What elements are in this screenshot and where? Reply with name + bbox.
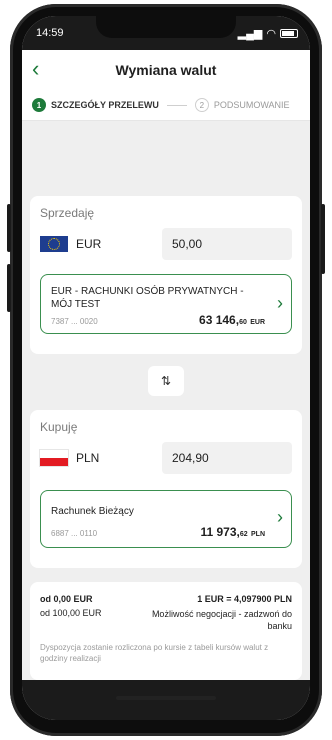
wifi-icon: ◠ bbox=[266, 27, 276, 40]
step-2-number: 2 bbox=[194, 98, 209, 112]
eu-flag-icon bbox=[40, 236, 68, 252]
sell-currency-selector[interactable]: EUR bbox=[40, 232, 101, 256]
rate-tier-1: od 0,00 EUR 1 EUR = 4,097900 PLN bbox=[40, 594, 292, 606]
rate-tier-2: od 100,00 EUR Możliwość negocjacji - zad… bbox=[40, 608, 292, 632]
side-button bbox=[321, 204, 325, 274]
sell-amount-input[interactable]: 50,00 bbox=[162, 228, 292, 260]
sell-currency: EUR bbox=[76, 237, 102, 251]
rate-tier-2-rate: Możliwość negocjacji - zadzwoń do banku bbox=[151, 609, 292, 631]
settlement-note: Dyspozycja zostanie rozliczona po kursie… bbox=[40, 643, 269, 663]
rate-tier-2-from: od 100,00 EUR bbox=[40, 608, 102, 618]
step-2-label: PODSUMOWANIE bbox=[213, 100, 290, 110]
sell-account-balance: 63 146,60 EUR bbox=[199, 313, 265, 327]
step-connector bbox=[166, 104, 187, 106]
chevron-right-icon: › bbox=[277, 293, 283, 313]
chevron-right-icon: › bbox=[277, 507, 283, 527]
rate-tier-1-from: od 0,00 EUR bbox=[40, 594, 93, 604]
buy-account-balance: 11 973,62 PLN bbox=[200, 525, 265, 539]
sell-balance-currency: EUR bbox=[250, 319, 265, 326]
notch bbox=[96, 16, 236, 38]
home-indicator bbox=[116, 696, 216, 700]
stepper: 1 SZCZEGÓŁY PRZELEWU 2 PODSUMOWANIE bbox=[22, 90, 310, 121]
buy-balance-main: 11 973, bbox=[200, 525, 240, 539]
swap-currencies-button[interactable]: ⇅ bbox=[148, 366, 184, 396]
pl-flag-icon bbox=[40, 450, 68, 466]
step-1-label: SZCZEGÓŁY PRZELEWU bbox=[51, 100, 159, 110]
side-button bbox=[7, 204, 11, 252]
step-2: 2 PODSUMOWANIE bbox=[194, 98, 290, 112]
sell-balance-decimals: 60 bbox=[239, 319, 247, 326]
signal-icon: ▂▄▆ bbox=[237, 27, 263, 40]
buy-account-number: 6887 ... 0110 bbox=[51, 529, 98, 538]
buy-amount-input[interactable]: 204,90 bbox=[162, 442, 292, 474]
rate-tier-1-rate: 1 EUR = 4,097900 PLN bbox=[197, 594, 292, 604]
side-button bbox=[7, 264, 11, 312]
buy-balance-decimals: 62 bbox=[239, 531, 248, 538]
step-1-number: 1 bbox=[32, 98, 46, 112]
page-title: Wymiana walut bbox=[115, 62, 217, 78]
bottom-bar bbox=[22, 680, 310, 720]
buy-currency: PLN bbox=[76, 451, 100, 465]
sell-balance-main: 63 146, bbox=[199, 313, 240, 327]
step-1: 1 SZCZEGÓŁY PRZELEWU bbox=[32, 98, 159, 112]
battery-icon bbox=[280, 28, 298, 38]
sell-account-number: 7387 ... 0020 bbox=[51, 317, 98, 326]
swap-vertical-icon: ⇅ bbox=[160, 374, 172, 388]
buy-balance-currency: PLN bbox=[251, 531, 265, 538]
status-icons: ▂▄▆ ◠ bbox=[238, 27, 298, 40]
sell-label: Sprzedaję bbox=[40, 206, 95, 220]
app-screen: 14:59 ▂▄▆ ◠ ‹ Wymiana walut 1 SZCZEGÓŁY … bbox=[22, 16, 310, 720]
buy-account-selector[interactable]: Rachunek Bieżący 6887 ... 0110 11 973,62… bbox=[40, 490, 292, 548]
nav-bar: ‹ Wymiana walut bbox=[22, 50, 310, 90]
chevron-left-icon[interactable]: ‹ bbox=[32, 56, 39, 82]
status-time: 14:59 bbox=[36, 27, 64, 39]
sell-account-selector[interactable]: EUR - RACHUNKI OSÓB PRYWATNYCH - MÓJ TES… bbox=[40, 274, 292, 334]
buy-label: Kupuję bbox=[40, 420, 78, 434]
sell-account-name: EUR - RACHUNKI OSÓB PRYWATNYCH - MÓJ TES… bbox=[51, 286, 244, 310]
buy-currency-selector[interactable]: PLN bbox=[40, 446, 99, 470]
buy-account-name: Rachunek Bieżący bbox=[51, 506, 134, 517]
buy-card: Kupuję PLN 204,90 Rachunek Bieżący 6887 … bbox=[30, 410, 302, 568]
rates-card: od 0,00 EUR 1 EUR = 4,097900 PLN od 100,… bbox=[30, 582, 302, 680]
sell-card: Sprzedaję EUR 50,00 EUR - RACHUNKI OSÓB … bbox=[30, 196, 302, 354]
